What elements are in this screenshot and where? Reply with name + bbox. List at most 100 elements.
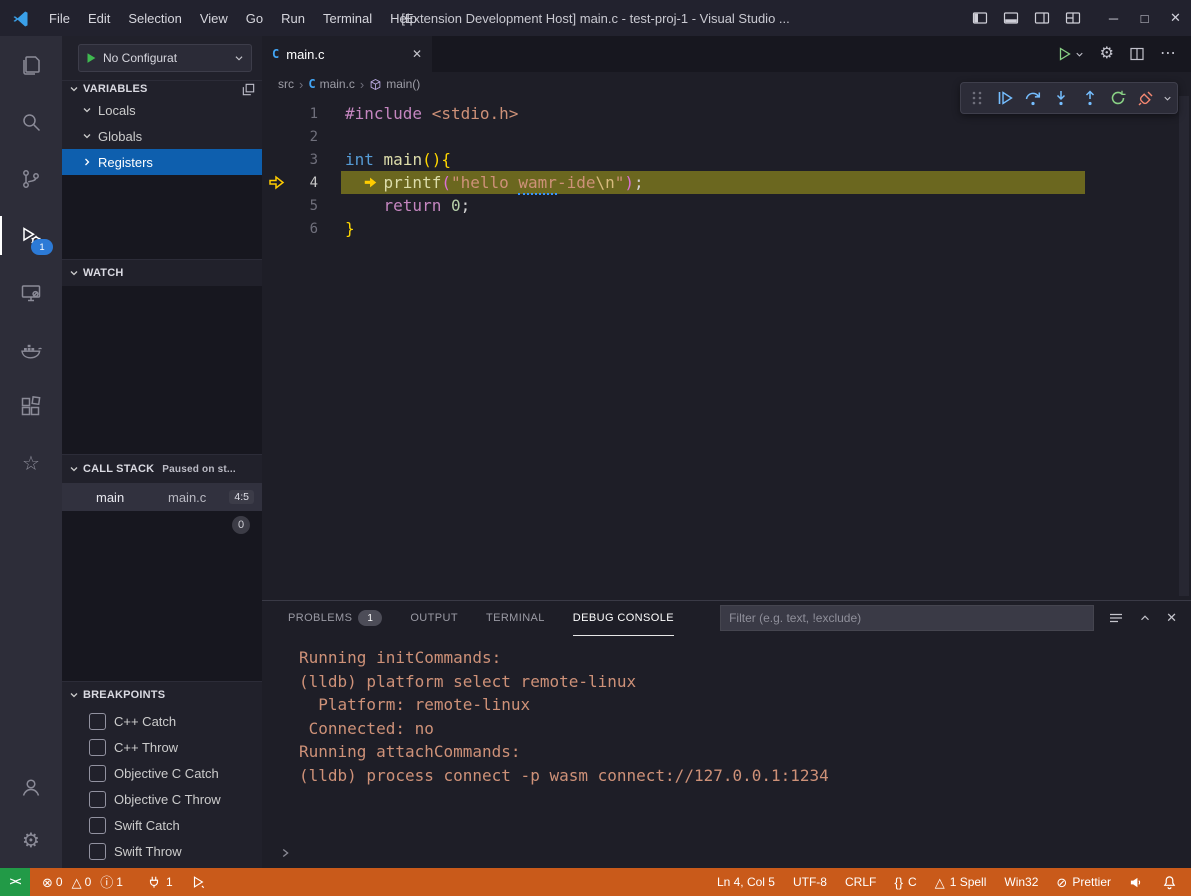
breakpoint-margin[interactable]	[262, 217, 292, 240]
layout-secondary-sidebar-icon[interactable]	[1026, 0, 1057, 36]
breadcrumb-file[interactable]: Cmain.c	[308, 77, 355, 91]
activitybar-extensions[interactable]	[0, 378, 62, 435]
breakpoint-margin[interactable]	[262, 148, 292, 171]
menu-help[interactable]: Help	[381, 0, 426, 36]
step-out-button[interactable]	[1078, 85, 1102, 111]
panel-tab-problems[interactable]: PROBLEMS1	[288, 601, 382, 636]
more-actions-icon[interactable]: ⋯	[1160, 46, 1176, 62]
breakpoint-margin[interactable]	[262, 102, 292, 125]
variables-item-registers[interactable]: Registers	[62, 149, 262, 175]
checkbox[interactable]	[89, 817, 106, 834]
statusbar-ports[interactable]: 1	[147, 875, 173, 889]
checkbox[interactable]	[89, 713, 106, 730]
remote-indicator[interactable]: ><	[0, 868, 30, 896]
statusbar-item-utf-8[interactable]: UTF-8	[793, 875, 827, 889]
checkbox[interactable]	[89, 739, 106, 756]
statusbar-item-c[interactable]: {}C	[894, 875, 916, 889]
variables-item-globals[interactable]: Globals	[62, 123, 262, 149]
statusbar-item-win32[interactable]: Win32	[1004, 875, 1038, 889]
step-into-button[interactable]	[1049, 85, 1073, 111]
panel-tab-output[interactable]: OUTPUT	[410, 601, 458, 636]
tab-close-icon[interactable]: ✕	[412, 47, 422, 61]
breakpoint-item-swift-throw[interactable]: Swift Throw	[62, 838, 262, 864]
activitybar-search[interactable]	[0, 93, 62, 150]
breakpoints-pane-header[interactable]: BREAKPOINTS	[62, 681, 262, 708]
watch-pane-header[interactable]: WATCH	[62, 259, 262, 286]
activitybar-favorites[interactable]: ☆	[0, 435, 62, 492]
code-editor[interactable]: 1#include <stdio.h>23int main(){4 printf…	[262, 96, 1191, 240]
panel-tab-debug-console[interactable]: DEBUG CONSOLE	[573, 601, 674, 636]
checkbox[interactable]	[89, 791, 106, 808]
menu-selection[interactable]: Selection	[119, 0, 190, 36]
breakpoint-item-c-throw[interactable]: C++ Throw	[62, 734, 262, 760]
code-text[interactable]: return 0;	[318, 196, 470, 215]
activitybar-docker[interactable]	[0, 321, 62, 378]
statusbar-item-ln-4-col-5[interactable]: Ln 4, Col 5	[717, 875, 775, 889]
debug-gutter-arrow-icon[interactable]	[268, 174, 285, 191]
activitybar-run-and-debug[interactable]: 1	[0, 207, 62, 264]
minimize-button[interactable]: ─	[1098, 0, 1129, 36]
console-prompt-icon[interactable]	[278, 846, 292, 860]
editor-scrollbar[interactable]	[1179, 96, 1189, 596]
checkbox[interactable]	[89, 843, 106, 860]
call-stack-pane-header[interactable]: CALL STACK Paused on st...	[62, 454, 262, 483]
customize-layout-icon[interactable]	[1057, 0, 1088, 36]
menu-go[interactable]: Go	[237, 0, 272, 36]
menu-run[interactable]: Run	[272, 0, 314, 36]
variables-item-locals[interactable]: Locals	[62, 97, 262, 123]
activitybar-account[interactable]	[0, 760, 62, 814]
maximize-button[interactable]: □	[1129, 0, 1160, 36]
breakpoint-item-objective-c-catch[interactable]: Objective C Catch	[62, 760, 262, 786]
statusbar-debug[interactable]	[191, 875, 205, 889]
menu-edit[interactable]: Edit	[79, 0, 119, 36]
chevron-down-icon[interactable]	[1162, 93, 1173, 104]
launch-config-dropdown[interactable]: No Configurat	[78, 44, 252, 72]
code-text[interactable]: int main(){	[318, 150, 451, 169]
breakpoint-margin[interactable]	[262, 125, 292, 148]
panel-tab-terminal[interactable]: TERMINAL	[486, 601, 545, 636]
run-or-debug-button[interactable]	[1057, 46, 1085, 62]
breadcrumb-symbol[interactable]: main()	[369, 77, 420, 91]
code-text[interactable]: }	[318, 219, 355, 238]
bell-icon[interactable]	[1162, 875, 1177, 890]
layout-sidebar-icon[interactable]	[964, 0, 995, 36]
activitybar-remote-explorer[interactable]	[0, 264, 62, 321]
close-panel-icon[interactable]: ✕	[1166, 610, 1177, 626]
statusbar-item-prettier[interactable]: ⊘Prettier	[1056, 875, 1111, 889]
statusbar-item-crlf[interactable]: CRLF	[845, 875, 876, 889]
debug-console-output[interactable]: Running initCommands:(lldb) platform sel…	[262, 635, 1191, 787]
breakpoint-item-swift-catch[interactable]: Swift Catch	[62, 812, 262, 838]
breakpoint-margin[interactable]	[262, 171, 292, 194]
menu-terminal[interactable]: Terminal	[314, 0, 381, 36]
continue-button[interactable]	[993, 85, 1017, 111]
disconnect-button[interactable]	[1134, 85, 1158, 111]
breadcrumb-src[interactable]: src	[278, 77, 294, 91]
statusbar-problems[interactable]: ⊗ 0 △ 0 ⓘ 1	[42, 875, 129, 889]
restart-button[interactable]	[1106, 85, 1130, 111]
maximize-panel-icon[interactable]	[1138, 611, 1152, 625]
code-text[interactable]: #include <stdio.h>	[318, 104, 518, 123]
statusbar-item-1-spell[interactable]: △1 Spell	[935, 875, 987, 889]
activitybar-settings[interactable]: ⚙	[0, 814, 62, 868]
start-debug-icon[interactable]	[84, 51, 98, 65]
stack-frame-row[interactable]: main main.c 4:5	[62, 483, 262, 511]
toolbar-gripper[interactable]	[965, 85, 989, 111]
split-editor-icon[interactable]	[1129, 46, 1145, 62]
breakpoint-item-objective-c-throw[interactable]: Objective C Throw	[62, 786, 262, 812]
activitybar-explorer[interactable]	[0, 36, 62, 93]
activitybar-source-control[interactable]	[0, 150, 62, 207]
layout-panel-icon[interactable]	[995, 0, 1026, 36]
breakpoint-item-c-catch[interactable]: C++ Catch	[62, 708, 262, 734]
menu-file[interactable]: File	[40, 0, 79, 36]
step-over-button[interactable]	[1021, 85, 1045, 111]
settings-gear-icon[interactable]: ⚙	[1100, 46, 1114, 62]
close-button[interactable]: ✕	[1160, 0, 1191, 36]
checkbox[interactable]	[89, 765, 106, 782]
menu-view[interactable]: View	[191, 0, 237, 36]
tab-main-c[interactable]: C main.c ✕	[262, 36, 432, 72]
breakpoint-margin[interactable]	[262, 194, 292, 217]
variables-pane-header[interactable]: VARIABLES	[62, 80, 262, 97]
lines-icon[interactable]	[1108, 610, 1124, 626]
megaphone-icon[interactable]	[1129, 875, 1144, 890]
collapse-all-icon[interactable]	[241, 82, 256, 97]
